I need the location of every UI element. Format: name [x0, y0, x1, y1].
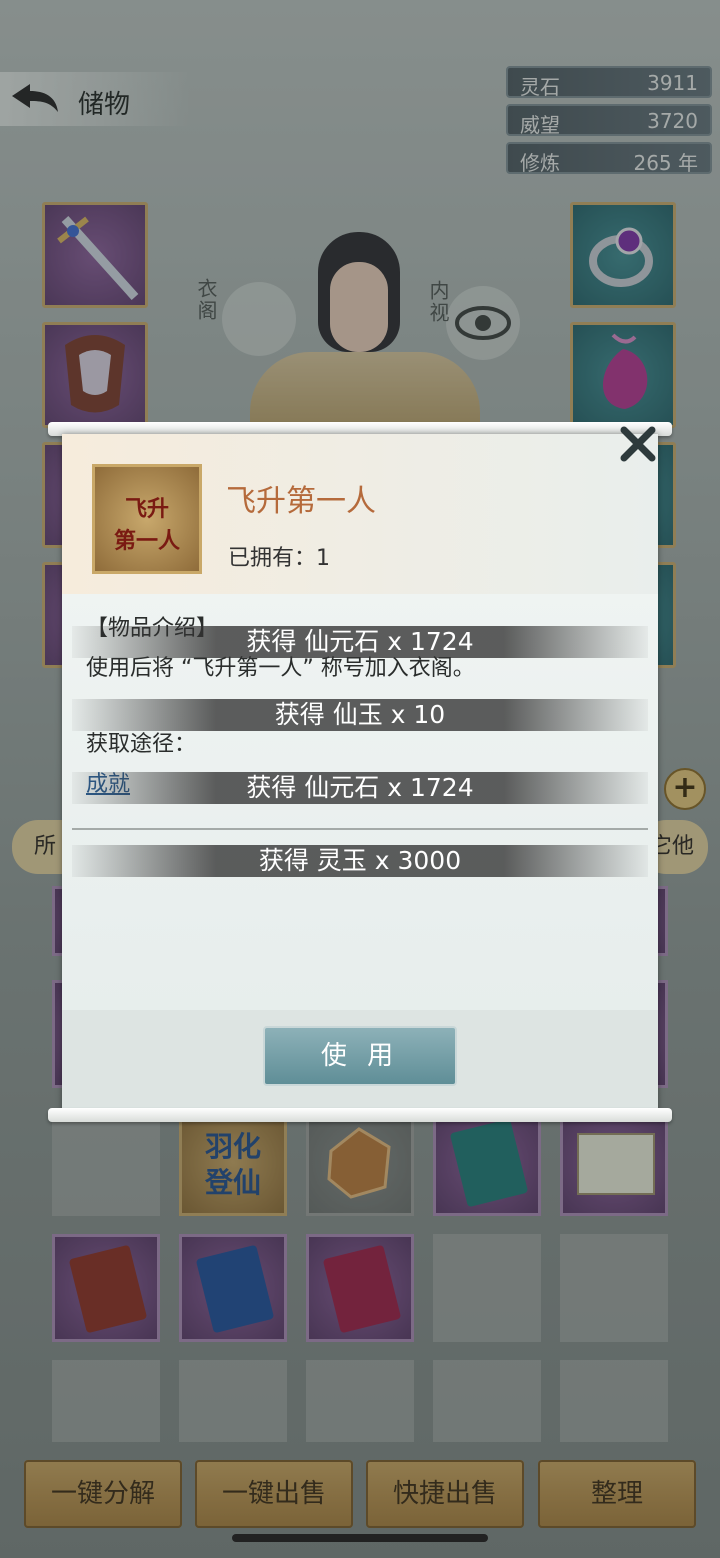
reward-toast: 获得 仙玉 x 10	[72, 699, 648, 731]
badge-text-1: 飞升	[124, 497, 169, 522]
home-indicator[interactable]	[232, 1534, 488, 1542]
close-icon[interactable]	[618, 424, 658, 464]
use-button[interactable]: 使 用	[263, 1026, 457, 1086]
reward-toast: 获得 灵玉 x 3000	[72, 845, 648, 877]
item-icon-title-badge: 飞升 第一人	[92, 464, 202, 574]
scroll-rod-bottom	[48, 1108, 672, 1122]
owned-count: 已拥有：1	[228, 546, 330, 571]
divider	[72, 828, 648, 830]
reward-toast: 获得 仙元石 x 1724	[72, 772, 648, 804]
badge-text-2: 第一人	[113, 529, 180, 554]
item-name: 飞升第一人	[226, 484, 376, 519]
reward-toast: 获得 仙元石 x 1724	[72, 626, 648, 658]
